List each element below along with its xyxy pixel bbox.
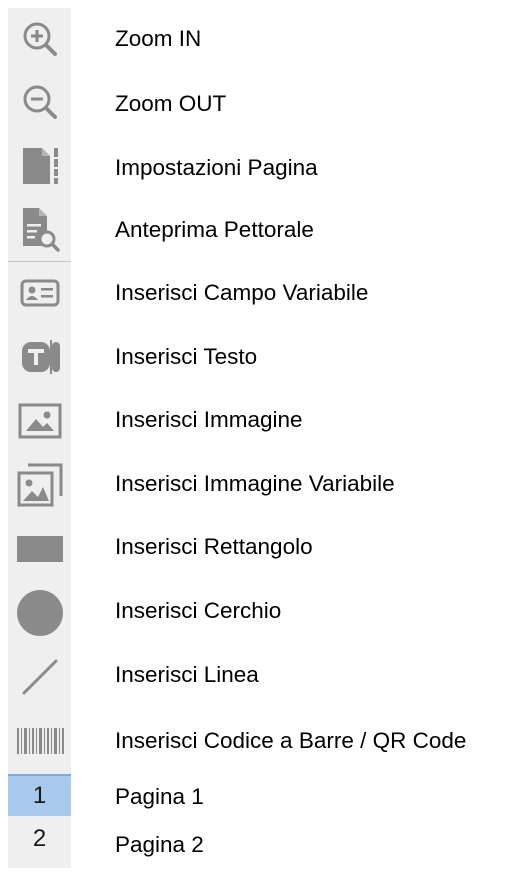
zoom-out-button[interactable]	[8, 71, 71, 133]
page-2-button[interactable]: 2	[8, 818, 71, 860]
page-2-number: 2	[32, 825, 47, 852]
variable-field-icon	[19, 277, 61, 309]
page-settings-button[interactable]	[8, 135, 71, 197]
insert-line-label: Inserisci Linea	[115, 662, 259, 687]
zoom-out-label: Zoom OUT	[115, 91, 227, 116]
page-1-label: Pagina 1	[115, 784, 204, 809]
insert-text-label: Inserisci Testo	[115, 344, 258, 369]
insert-image-label: Inserisci Immagine	[115, 407, 303, 432]
insert-image-button[interactable]	[8, 390, 71, 452]
zoom-in-label: Zoom IN	[115, 26, 202, 51]
variable-image-icon	[16, 462, 64, 508]
page-1-button[interactable]: 1	[8, 774, 71, 816]
insert-barcode-button[interactable]	[8, 710, 71, 772]
insert-text-button[interactable]	[8, 326, 71, 388]
insert-variable-image-label: Inserisci Immagine Variabile	[115, 471, 395, 496]
bib-preview-button[interactable]	[8, 198, 71, 260]
rectangle-icon	[16, 534, 64, 564]
page-2-label: Pagina 2	[115, 832, 204, 857]
text-box-icon	[18, 337, 62, 377]
zoom-in-button[interactable]	[8, 8, 71, 70]
zoom-in-icon	[20, 19, 60, 59]
circle-icon	[16, 589, 64, 637]
insert-rectangle-button[interactable]	[8, 518, 71, 580]
bib-preview-label: Anteprima Pettorale	[115, 217, 314, 242]
line-icon	[20, 657, 60, 697]
image-icon	[17, 402, 63, 440]
page-1-number: 1	[32, 782, 47, 809]
page-settings-label: Impostazioni Pagina	[115, 155, 318, 180]
insert-circle-label: Inserisci Cerchio	[115, 598, 282, 623]
barcode-icon	[16, 726, 64, 756]
insert-line-button[interactable]	[8, 646, 71, 708]
insert-variable-field-label: Inserisci Campo Variabile	[115, 280, 369, 305]
page-settings-icon	[18, 145, 62, 187]
insert-rectangle-label: Inserisci Rettangolo	[115, 534, 313, 559]
zoom-out-icon	[20, 82, 60, 122]
insert-variable-image-button[interactable]	[8, 454, 71, 516]
insert-barcode-label: Inserisci Codice a Barre / QR Code	[115, 728, 467, 753]
insert-variable-field-button[interactable]	[8, 262, 71, 324]
insert-circle-button[interactable]	[8, 582, 71, 644]
bib-preview-icon	[18, 206, 62, 252]
